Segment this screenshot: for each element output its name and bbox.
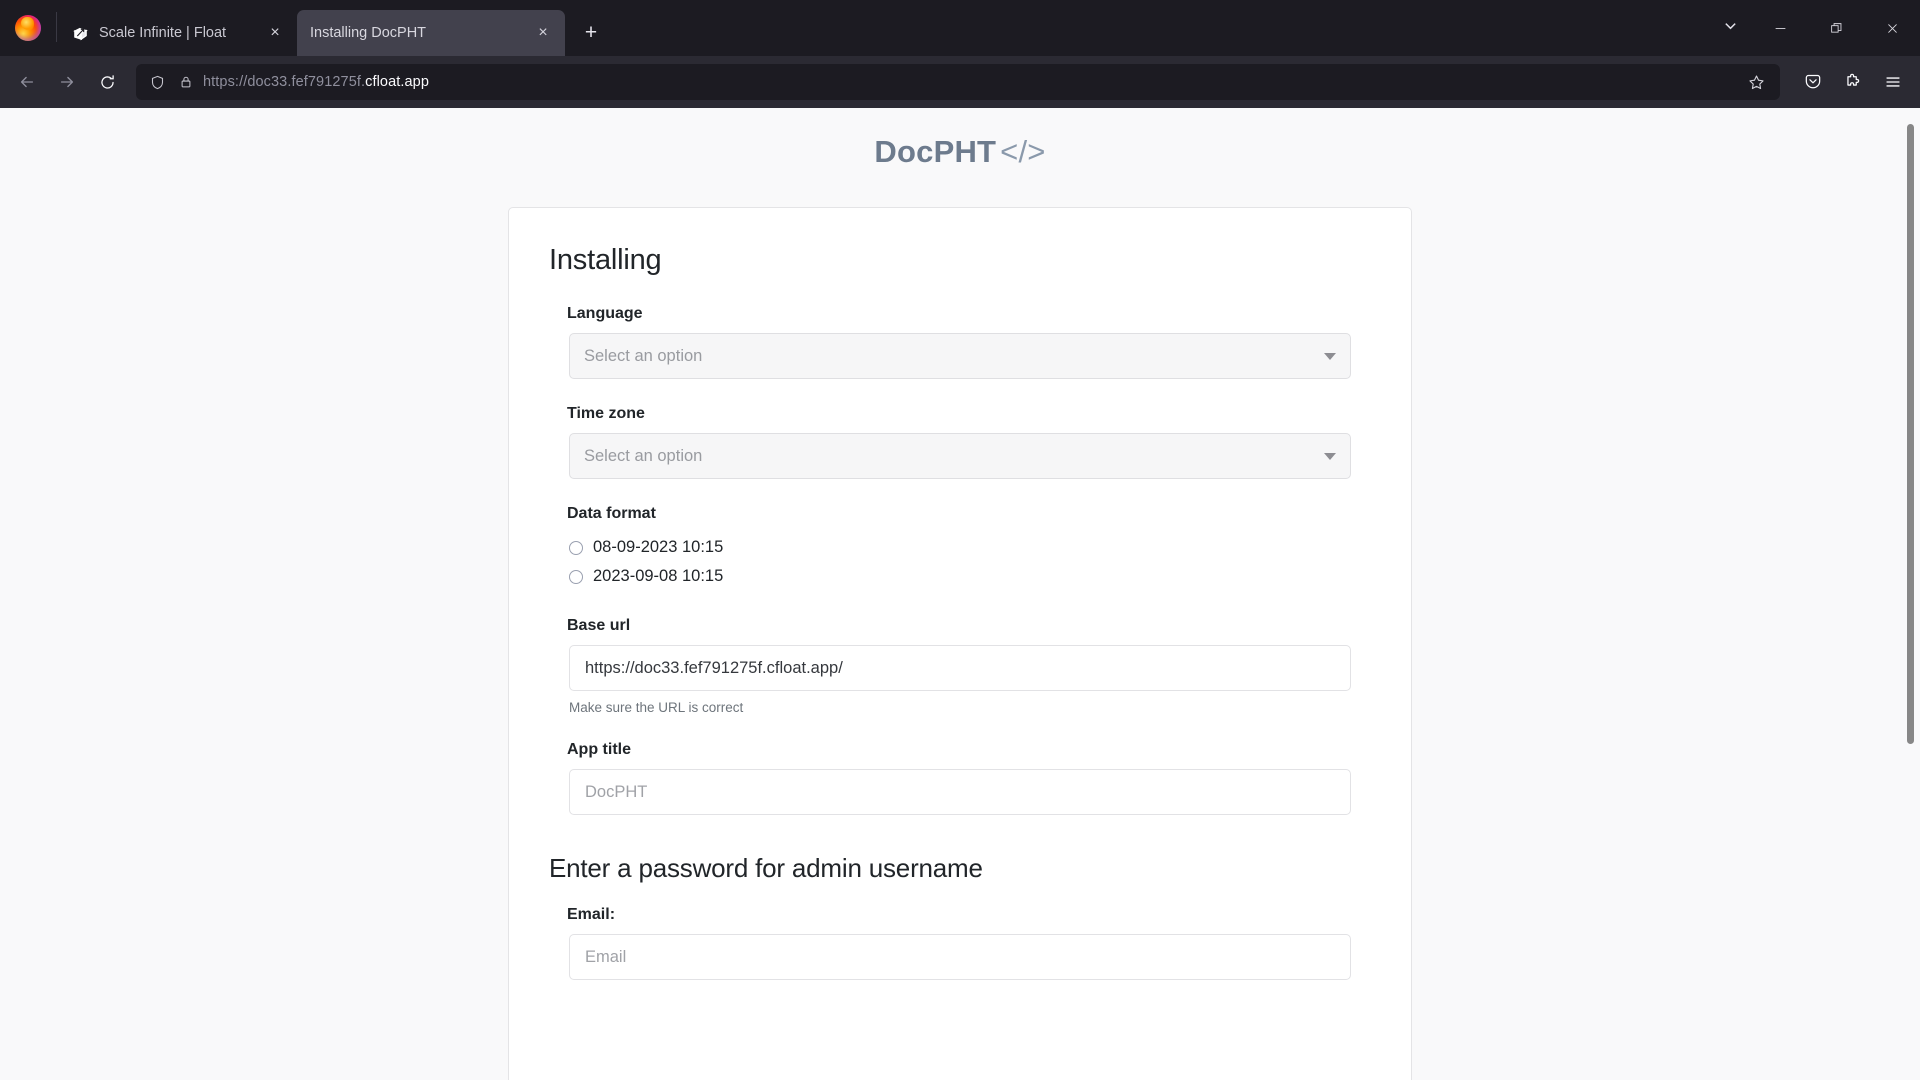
tab-scale-infinite[interactable]: Scale Infinite | Float ×	[57, 10, 297, 56]
toolbar-right-buttons	[1790, 63, 1912, 101]
code-glyph: </>	[1000, 134, 1046, 169]
app-title-input[interactable]: DocPHT	[569, 769, 1351, 815]
url-text[interactable]: https://doc33.fef791275f.cfloat.app	[203, 74, 1736, 90]
chevron-down-icon[interactable]	[1708, 6, 1752, 46]
cube-arrow-icon	[70, 23, 90, 43]
app-title-placeholder: DocPHT	[585, 782, 648, 801]
tab-title: Installing DocPHT	[310, 25, 427, 41]
tab-close-button[interactable]: ×	[263, 21, 287, 45]
field-app-title: App title DocPHT	[549, 741, 1371, 815]
url-prefix: https://doc33.fef791275f.	[203, 74, 366, 90]
firefox-logo	[0, 0, 56, 56]
language-label: Language	[567, 305, 643, 322]
docpht-install-page: DocPHT </> Installing Language Select an …	[0, 108, 1920, 1080]
timezone-control-wrap: Select an option	[549, 433, 1371, 479]
forward-arrow-icon[interactable]	[48, 63, 86, 101]
page-scrollbar[interactable]	[1905, 108, 1916, 1080]
reload-icon[interactable]	[88, 63, 126, 101]
tab-title: Scale Infinite | Float	[99, 25, 227, 41]
tab-close-button[interactable]: ×	[531, 21, 555, 45]
new-tab-button[interactable]: +	[570, 12, 612, 54]
radio-button-icon[interactable]	[569, 569, 583, 584]
base-url-help-text: Make sure the URL is correct	[569, 700, 744, 715]
tab-installing-docpht[interactable]: Installing DocPHT ×	[297, 10, 565, 56]
language-select-placeholder: Select an option	[584, 346, 703, 365]
base-url-control-wrap: https://doc33.fef791275f.cfloat.app/	[549, 645, 1371, 691]
scrollbar-thumb[interactable]	[1907, 124, 1914, 744]
page-title: DocPHT </>	[0, 134, 1920, 170]
email-control-wrap: Email	[549, 934, 1371, 980]
radio-option-ddmmyyyy[interactable]: 08-09-2023 10:15	[569, 533, 1371, 562]
timezone-select[interactable]: Select an option	[569, 433, 1351, 479]
tab-bar: Scale Infinite | Float × Installing DocP…	[0, 0, 1920, 56]
maximize-button[interactable]	[1808, 0, 1864, 56]
email-placeholder: Email	[585, 947, 627, 966]
language-select[interactable]: Select an option	[569, 333, 1351, 379]
base-url-input[interactable]: https://doc33.fef791275f.cfloat.app/	[569, 645, 1351, 691]
back-arrow-icon[interactable]	[8, 63, 46, 101]
shield-icon[interactable]	[145, 70, 169, 94]
firefox-logo-icon	[15, 15, 41, 41]
minimize-button[interactable]	[1752, 0, 1808, 56]
extensions-icon[interactable]	[1834, 63, 1872, 101]
language-control-wrap: Select an option	[549, 333, 1371, 379]
field-data-format: Data format 08-09-2023 10:15 2023-09-08 …	[549, 505, 1371, 591]
pocket-icon[interactable]	[1794, 63, 1832, 101]
radio-option-yyyymmdd[interactable]: 2023-09-08 10:15	[569, 562, 1371, 591]
field-timezone: Time zone Select an option	[549, 405, 1371, 479]
chevron-down-icon	[1324, 453, 1336, 460]
card-heading: Installing	[549, 244, 662, 276]
url-domain: cfloat.app	[365, 74, 430, 90]
page-viewport: DocPHT </> Installing Language Select an …	[0, 108, 1920, 1080]
install-form-card: Installing Language Select an option Tim…	[508, 207, 1412, 1080]
lock-icon[interactable]	[174, 70, 198, 94]
timezone-select-placeholder: Select an option	[584, 446, 703, 465]
timezone-label: Time zone	[567, 405, 645, 422]
field-base-url: Base url https://doc33.fef791275f.cfloat…	[549, 617, 1371, 715]
url-bar[interactable]: https://doc33.fef791275f.cfloat.app	[136, 64, 1780, 100]
email-field[interactable]: Email	[569, 934, 1351, 980]
data-format-label: Data format	[567, 505, 656, 522]
chevron-down-icon	[1324, 353, 1336, 360]
close-window-button[interactable]	[1864, 0, 1920, 56]
hamburger-menu-icon[interactable]	[1874, 63, 1912, 101]
browser-window: Scale Infinite | Float × Installing DocP…	[0, 0, 1920, 1080]
star-icon[interactable]	[1741, 67, 1771, 97]
email-label: Email:	[567, 906, 616, 923]
brand-name: DocPHT	[874, 134, 997, 169]
radio-button-icon[interactable]	[569, 540, 583, 555]
base-url-label: Base url	[567, 617, 631, 634]
radio-option-label: 2023-09-08 10:15	[593, 567, 724, 585]
navigation-toolbar: https://doc33.fef791275f.cfloat.app	[0, 56, 1920, 108]
field-email: Email: Email	[549, 906, 1371, 980]
window-controls	[1708, 0, 1920, 56]
radio-option-label: 08-09-2023 10:15	[593, 538, 724, 556]
app-title-control-wrap: DocPHT	[549, 769, 1371, 815]
base-url-value: https://doc33.fef791275f.cfloat.app/	[585, 658, 843, 677]
field-language: Language Select an option	[549, 305, 1371, 379]
app-title-label: App title	[567, 741, 631, 758]
password-section-heading: Enter a password for admin username	[549, 853, 983, 883]
